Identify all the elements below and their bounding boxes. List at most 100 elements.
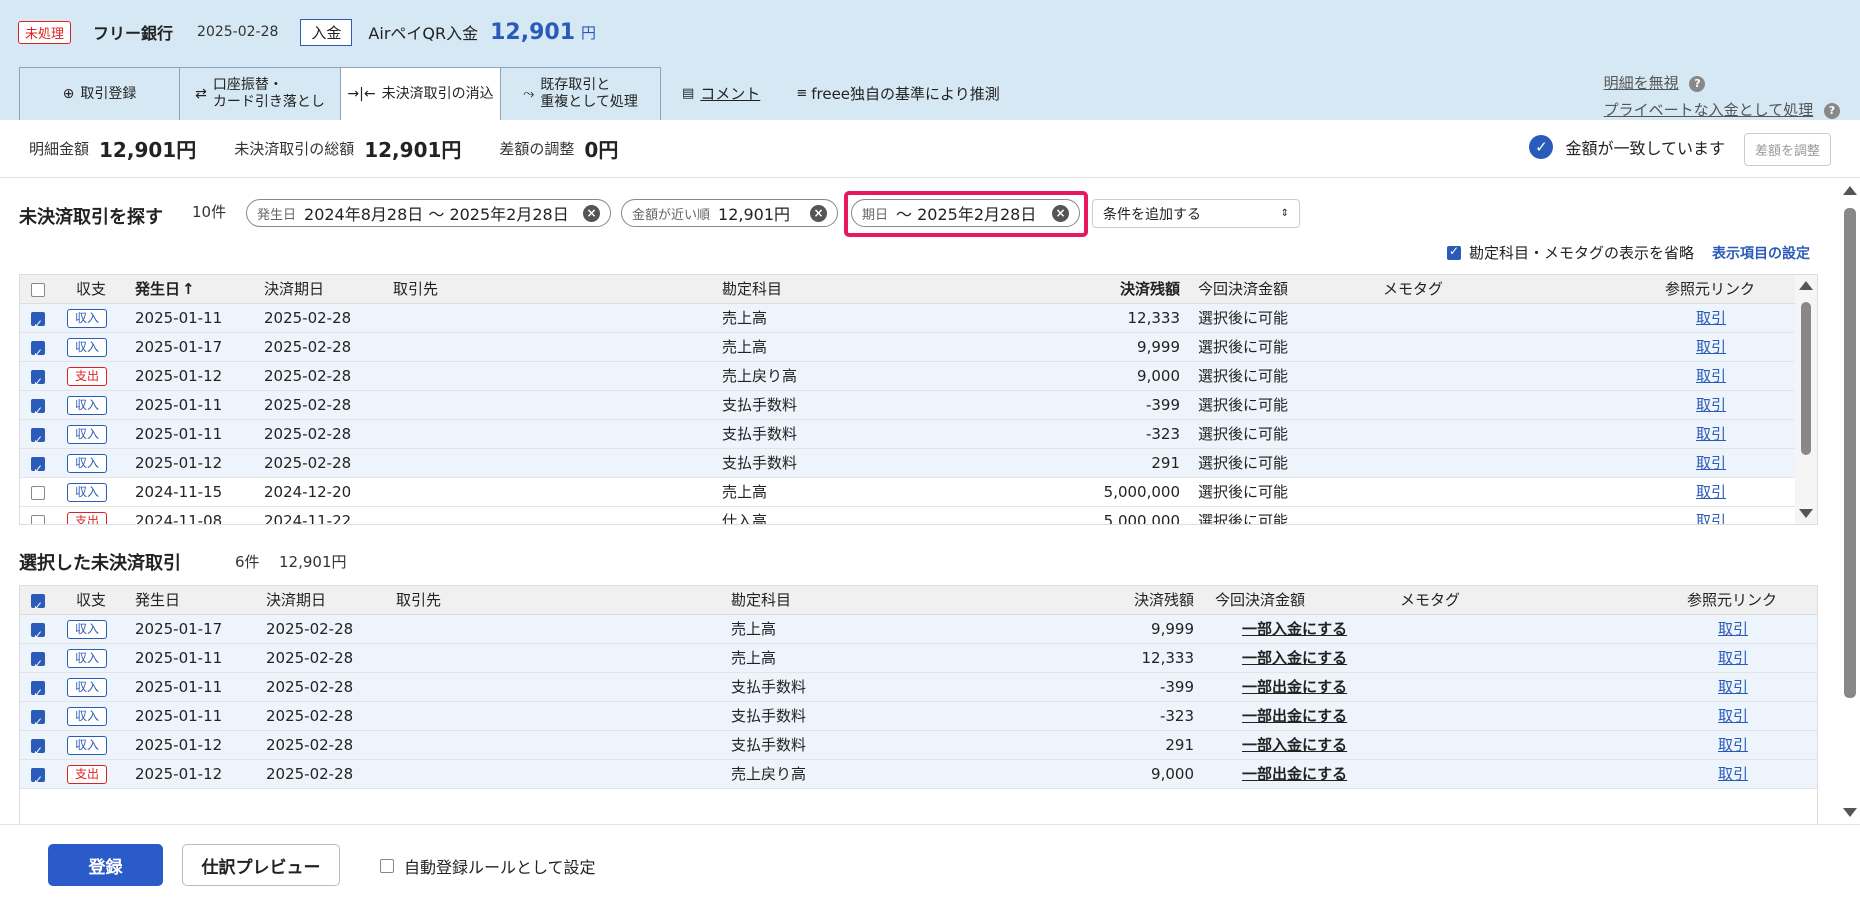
help-icon[interactable]: ? — [1824, 102, 1840, 119]
table-row[interactable]: 支出 2024-11-08 2024-11-22 仕入高 5,000,000 選択後に可能… — [20, 507, 1817, 525]
date-cell: 2025-01-11 — [135, 707, 223, 725]
this-amount-cell: 選択後に可能 — [1198, 338, 1289, 356]
chip-value: 12,901円 — [718, 205, 791, 224]
ref-link[interactable]: 取引 — [1718, 765, 1748, 783]
filter-chip-date[interactable]: 発生日 2024年8月28日 〜 2025年2月28日 × — [246, 199, 611, 227]
ref-cell: 取引 — [1718, 731, 1748, 760]
ref-link[interactable]: 取引 — [1696, 367, 1726, 385]
ref-link[interactable]: 取引 — [1718, 707, 1748, 725]
tab-unsettled-clearing[interactable]: →|← 未決済取引の消込 — [340, 67, 501, 120]
table-row[interactable]: 支出 2025-01-12 2025-02-28 売上戻り高 9,000 一部出金にする 取… — [20, 760, 1817, 795]
row-checkbox[interactable] — [31, 397, 45, 426]
auto-rule-checkbox[interactable] — [380, 859, 394, 873]
help-icon[interactable]: ? — [1689, 75, 1706, 92]
row-checkbox[interactable] — [31, 708, 45, 737]
ref-link[interactable]: 取引 — [1718, 649, 1748, 667]
chip-value: 2024年8月28日 〜 2025年2月28日 — [304, 205, 569, 224]
page-scrollbar[interactable] — [1840, 180, 1860, 824]
journal-preview-button[interactable]: 仕訳プレビュー — [182, 844, 340, 886]
col-date-sort[interactable]: 発生日 ↑ — [135, 275, 195, 304]
table-row[interactable]: 収入 2025-01-11 2025-02-28 支払手数料 -323 一部出金にする 取引 — [20, 702, 1817, 737]
table-row[interactable]: 収入 2025-01-11 2025-02-28 支払手数料 -399 選択後に可能 取引 — [20, 391, 1817, 426]
row-checkbox[interactable] — [31, 485, 45, 500]
col-date-label: 発生日 — [135, 280, 181, 298]
scroll-thumb[interactable] — [1801, 302, 1811, 455]
adjust-difference-button[interactable]: 差額を調整 — [1743, 133, 1831, 166]
table-row[interactable]: 支出 2025-01-12 2025-02-28 売上戻り高 9,000 選択後に可能 取引 — [20, 362, 1817, 397]
select-all-checkbox[interactable] — [31, 282, 45, 297]
partial-payment-link[interactable]: 一部出金にする — [1242, 765, 1347, 783]
table-header: 収支 発生日 ↑ 決済期日 取引先 勘定科目 決済残額 今回決済金額 メモタグ 参… — [20, 275, 1817, 304]
row-checkbox[interactable] — [31, 455, 45, 484]
scroll-up-icon[interactable] — [1843, 186, 1857, 195]
column-settings-link[interactable]: 表示項目の設定 — [1712, 243, 1810, 263]
row-checkbox[interactable] — [31, 737, 45, 766]
table-row[interactable]: 収入 2025-01-12 2025-02-28 支払手数料 291 一部入金にする 取引 — [20, 731, 1817, 766]
tab-duplicate[interactable]: ⤳ 既存取引と 重複として処理 — [500, 67, 661, 120]
add-condition-select[interactable]: 条件を追加する ⇕ — [1092, 199, 1300, 228]
row-checkbox[interactable] — [31, 679, 45, 708]
table-row[interactable]: 収入 2025-01-11 2025-02-28 売上高 12,333 一部入金にする 取引 — [20, 644, 1817, 679]
register-button[interactable]: 登録 — [48, 844, 163, 886]
account-cell: 支払手数料 — [722, 425, 798, 443]
table-row[interactable]: 収入 2025-01-11 2025-02-28 売上高 12,333 選択後に可能 取引 — [20, 304, 1817, 339]
due-cell: 2025-02-28 — [264, 367, 352, 385]
row-checkbox[interactable] — [31, 621, 45, 650]
filter-chip-amount[interactable]: 金額が近い順 12,901円 × — [621, 199, 838, 227]
this-amount-cell: 選択後に可能 — [1198, 483, 1289, 501]
ref-link[interactable]: 取引 — [1696, 483, 1726, 501]
ref-link[interactable]: 取引 — [1696, 309, 1726, 327]
ref-cell: 取引 — [1696, 391, 1726, 420]
ref-link[interactable]: 取引 — [1696, 338, 1726, 356]
table-row[interactable]: 収入 2025-01-17 2025-02-28 売上高 9,999 選択後に可能 取引 — [20, 333, 1817, 368]
tab-account-transfer[interactable]: ⇄ 口座振替・ カード引き落とし — [179, 67, 341, 120]
partial-payment-link[interactable]: 一部入金にする — [1242, 620, 1347, 638]
row-checkbox[interactable] — [31, 766, 45, 795]
scroll-down-icon[interactable] — [1843, 808, 1857, 817]
account-cell: 売上高 — [722, 483, 768, 501]
private-deposit-link[interactable]: プライベートな入金として処理 — [1604, 101, 1814, 119]
ref-cell: 取引 — [1696, 507, 1726, 524]
tab-register[interactable]: ⊕ 取引登録 — [19, 67, 180, 120]
ref-link[interactable]: 取引 — [1718, 678, 1748, 696]
select-all-checkbox[interactable] — [31, 592, 45, 621]
account-cell: 支払手数料 — [731, 678, 807, 696]
row-checkbox[interactable] — [31, 368, 45, 397]
row-checkbox[interactable] — [31, 426, 45, 455]
type-badge: 収入 — [67, 338, 108, 357]
estimate-link[interactable]: ≡ freee独自の基準により推測 — [796, 67, 999, 120]
ref-link[interactable]: 取引 — [1696, 396, 1726, 414]
ref-link[interactable]: 取引 — [1696, 512, 1726, 524]
partial-payment-link[interactable]: 一部入金にする — [1242, 649, 1347, 667]
partial-payment-link[interactable]: 一部入金にする — [1242, 736, 1347, 754]
date-cell: 2024-11-15 — [135, 483, 223, 501]
ref-link[interactable]: 取引 — [1696, 425, 1726, 443]
ignore-detail-link[interactable]: 明細を無視 — [1604, 74, 1679, 92]
row-checkbox[interactable] — [31, 310, 45, 339]
partial-payment-link[interactable]: 一部出金にする — [1242, 678, 1347, 696]
table-row[interactable]: 収入 2025-01-11 2025-02-28 支払手数料 -399 一部出金にする 取引 — [20, 673, 1817, 708]
transaction-date: 2025-02-28 — [197, 24, 279, 40]
omit-checkbox[interactable] — [1446, 244, 1461, 260]
table-row[interactable]: 収入 2024-11-15 2024-12-20 売上高 5,000,000 選択後に可能… — [20, 478, 1817, 507]
row-checkbox[interactable] — [31, 514, 45, 524]
table-row[interactable]: 収入 2025-01-12 2025-02-28 支払手数料 291 選択後に可能 取引 — [20, 449, 1817, 484]
type-cell: 収入 — [67, 420, 108, 449]
comment-link[interactable]: ▤ コメント — [682, 67, 760, 120]
date-cell: 2025-01-11 — [135, 649, 223, 667]
row-checkbox[interactable] — [31, 650, 45, 679]
ref-link[interactable]: 取引 — [1718, 736, 1748, 754]
ref-link[interactable]: 取引 — [1718, 620, 1748, 638]
scroll-up-icon[interactable] — [1799, 281, 1813, 290]
scroll-thumb[interactable] — [1844, 208, 1856, 698]
clear-icon[interactable]: × — [583, 204, 600, 222]
balance-cell: 5,000,000 — [1103, 512, 1180, 525]
ref-link[interactable]: 取引 — [1696, 454, 1726, 472]
table-row[interactable]: 収入 2025-01-11 2025-02-28 支払手数料 -323 選択後に可能 取引 — [20, 420, 1817, 455]
table-row[interactable]: 収入 2025-01-17 2025-02-28 売上高 9,999 一部入金にする 取引 — [20, 615, 1817, 650]
clear-icon[interactable]: × — [810, 204, 827, 222]
partial-payment-link[interactable]: 一部出金にする — [1242, 707, 1347, 725]
scroll-down-icon[interactable] — [1799, 509, 1813, 518]
table-scrollbar[interactable] — [1795, 275, 1817, 524]
row-checkbox[interactable] — [31, 339, 45, 368]
